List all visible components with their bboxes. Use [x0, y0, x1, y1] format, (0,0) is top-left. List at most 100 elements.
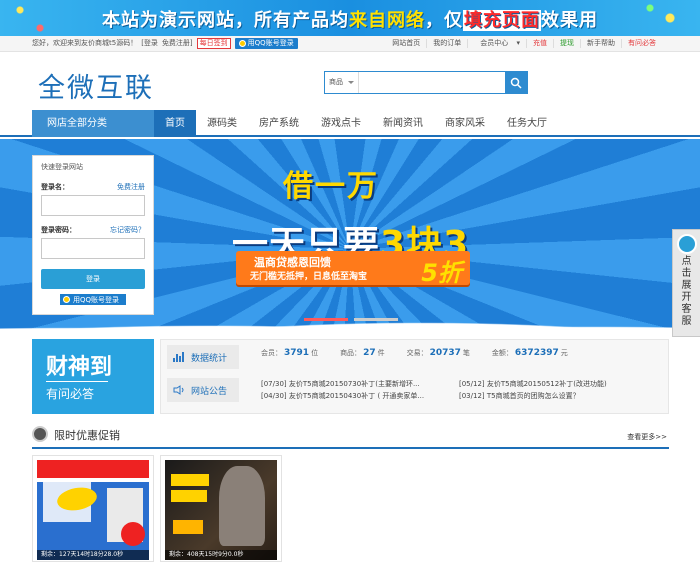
banner-text-e: 效果用: [541, 10, 598, 31]
link-help[interactable]: 新手帮助: [580, 39, 621, 48]
qq-login-button[interactable]: 用QQ账号登录: [234, 38, 298, 49]
site-logo[interactable]: 全微互联: [38, 66, 154, 105]
username-label: 登录名：: [41, 183, 69, 191]
search-button[interactable]: [505, 72, 527, 93]
link-recharge[interactable]: 充值: [526, 39, 553, 48]
site-stats-panel: 数据统计 会员： 3791 位 商品： 27 件 交易： 20737 笔 金额： 637239…: [160, 339, 669, 414]
hero-headline: 借一万: [283, 169, 379, 204]
login-link[interactable]: [登录: [141, 36, 158, 51]
banner-text-c: ，仅: [425, 10, 463, 31]
banner-text-a: 本站为演示网站，所有产品均: [102, 10, 349, 31]
nav-real-estate[interactable]: 房产系统: [248, 110, 310, 137]
qq-login-panel-label: 用QQ账号登录: [73, 295, 120, 304]
search-bar: 商品: [324, 71, 528, 94]
stat-products: 商品： 27 件: [340, 348, 385, 358]
product-thumb-title: [171, 474, 209, 486]
password-input[interactable]: [41, 238, 145, 259]
hero-promo-box: 温商贷感恩回馈 无门槛无抵押，日息低至淘宝 5折: [236, 251, 470, 287]
view-more-link[interactable]: 查看更多>>: [627, 432, 667, 442]
news-item[interactable]: [04/30] 友价T5商城20150430补丁 ( 开通卖家单...: [261, 390, 424, 402]
product-thumb-price: [173, 520, 203, 534]
nav-home[interactable]: 首页: [154, 110, 196, 137]
product-thumb-figure: [219, 466, 265, 546]
promo-box-subtitle: 有问必答: [46, 387, 95, 401]
news-item[interactable]: [03/12] T5商城首页的团购怎么设置？: [459, 390, 607, 402]
promo-discount: 5折: [421, 259, 462, 287]
banner-text-b: 来自网络: [349, 10, 425, 31]
stat-trades: 交易： 20737 笔: [407, 348, 470, 358]
amount-unit: 元: [560, 349, 568, 357]
product-countdown: 剩余：408天15时9分0.0秒: [165, 550, 277, 560]
promo-text: 无门槛无抵押，日息低至淘宝: [250, 272, 368, 282]
product-thumb-stamp: [121, 522, 145, 546]
trades-unit: 笔: [462, 349, 470, 357]
flash-sale-header: 限时优惠促销 查看更多>>: [32, 424, 669, 449]
top-bar: 您好，欢迎来到友价商城t5源码！ [登录 免费注册] 每日签到 用QQ账号登录 …: [0, 36, 700, 52]
promo-box-title: 财神到: [46, 355, 113, 380]
stat-amount: 金额： 6372397 元: [492, 348, 568, 358]
signin-button[interactable]: 每日签到: [196, 38, 231, 49]
quick-login-panel: 快速登录网站 登录名： 免费注册 登录密码： 忘记密码？ 登录 用QQ账号登录: [32, 155, 154, 315]
speaker-icon: [173, 385, 184, 395]
forgot-password-link[interactable]: 忘记密码？: [110, 225, 145, 235]
welcome-text: 您好，欢迎来到友价商城t5源码！: [32, 39, 138, 47]
amount-value: 6372397: [514, 348, 559, 358]
search-icon: [510, 77, 522, 89]
nav-source-code[interactable]: 源码类: [196, 110, 248, 137]
members-label: 会员：: [261, 349, 282, 357]
flash-sale-title: 限时优惠促销: [54, 429, 120, 442]
customer-service-label: 点击展开客服: [681, 256, 692, 327]
news-item[interactable]: [05/12] 友价T5商城20150512补丁(改进功能): [459, 378, 607, 390]
product-card[interactable]: 剩余：127天14时18分28.0秒: [32, 455, 154, 562]
products-unit: 件: [377, 349, 385, 357]
product-image[interactable]: 剩余：127天14时18分28.0秒: [37, 460, 149, 560]
clock-icon: [32, 426, 48, 442]
product-card[interactable]: 剩余：408天15时9分0.0秒: [160, 455, 282, 562]
qq-login-button-panel[interactable]: 用QQ账号登录: [60, 294, 126, 305]
data-stats-tag: 数据统计: [167, 345, 239, 369]
register-link[interactable]: 免费注册]: [162, 36, 193, 51]
link-member-center[interactable]: 会员中心 ▾: [467, 39, 526, 48]
login-button[interactable]: 登录: [41, 269, 145, 289]
nav-tasks[interactable]: 任务大厅: [496, 110, 558, 137]
login-title: 快速登录网站: [41, 163, 83, 171]
stat-members: 会员： 3791 位: [261, 348, 318, 358]
link-faq[interactable]: 有问必答: [621, 39, 662, 48]
members-value: 3791: [284, 348, 310, 358]
news-list-right: [05/12] 友价T5商城20150512补丁(改进功能) [03/12] T…: [459, 378, 607, 402]
nav-game-cards[interactable]: 游戏点卡: [310, 110, 372, 137]
link-orders[interactable]: 我的订单: [426, 39, 467, 48]
product-image[interactable]: 剩余：408天15时9分0.0秒: [165, 460, 277, 560]
nav-merchants[interactable]: 商家风采: [434, 110, 496, 137]
announcement-tag: 网站公告: [167, 378, 239, 402]
member-center-label: 会员中心: [480, 39, 509, 47]
banner-text: 本站为演示网站，所有产品均来自网络，仅填充页面效果用: [0, 6, 700, 32]
members-unit: 位: [311, 349, 319, 357]
bar-chart-icon: [173, 352, 185, 362]
link-home[interactable]: 网站首页: [386, 39, 426, 48]
search-input[interactable]: [359, 72, 505, 93]
stats-row: 会员： 3791 位 商品： 27 件 交易： 20737 笔 金额： 6372397 元: [261, 348, 568, 358]
main-nav: 网店全部分类 首页 源码类 房产系统 游戏点卡 新闻资讯 商家风采 任务大厅: [0, 110, 700, 137]
trades-label: 交易：: [406, 349, 428, 357]
nav-news[interactable]: 新闻资讯: [372, 110, 434, 137]
news-item[interactable]: [07/30] 友价T5商城20150730补丁(主要新增环...: [261, 378, 424, 390]
products-value: 27: [363, 348, 376, 358]
top-promo-banner[interactable]: 本站为演示网站，所有产品均来自网络，仅填充页面效果用: [0, 0, 700, 36]
qq-icon: [238, 40, 246, 47]
promo-box[interactable]: 财神到 有问必答: [32, 339, 154, 414]
amount-label: 金额：: [491, 349, 513, 357]
qq-icon: [63, 296, 70, 303]
carousel-dot-1[interactable]: [304, 318, 348, 321]
customer-service-tab[interactable]: 点击展开客服: [672, 229, 700, 337]
promo-title: 温商贷感恩回馈: [254, 256, 331, 269]
link-withdraw[interactable]: 提现: [553, 39, 580, 48]
news-list-left: [07/30] 友价T5商城20150730补丁(主要新增环... [04/30…: [261, 378, 424, 402]
qq-login-label: 用QQ账号登录: [247, 39, 294, 47]
search-type-select[interactable]: 商品: [325, 72, 359, 93]
all-categories-button[interactable]: 网店全部分类: [32, 110, 154, 137]
product-countdown: 剩余：127天14时18分28.0秒: [37, 550, 149, 560]
username-input[interactable]: [41, 195, 145, 216]
carousel-dot-2[interactable]: [354, 318, 398, 321]
register-link-panel[interactable]: 免费注册: [117, 182, 145, 192]
